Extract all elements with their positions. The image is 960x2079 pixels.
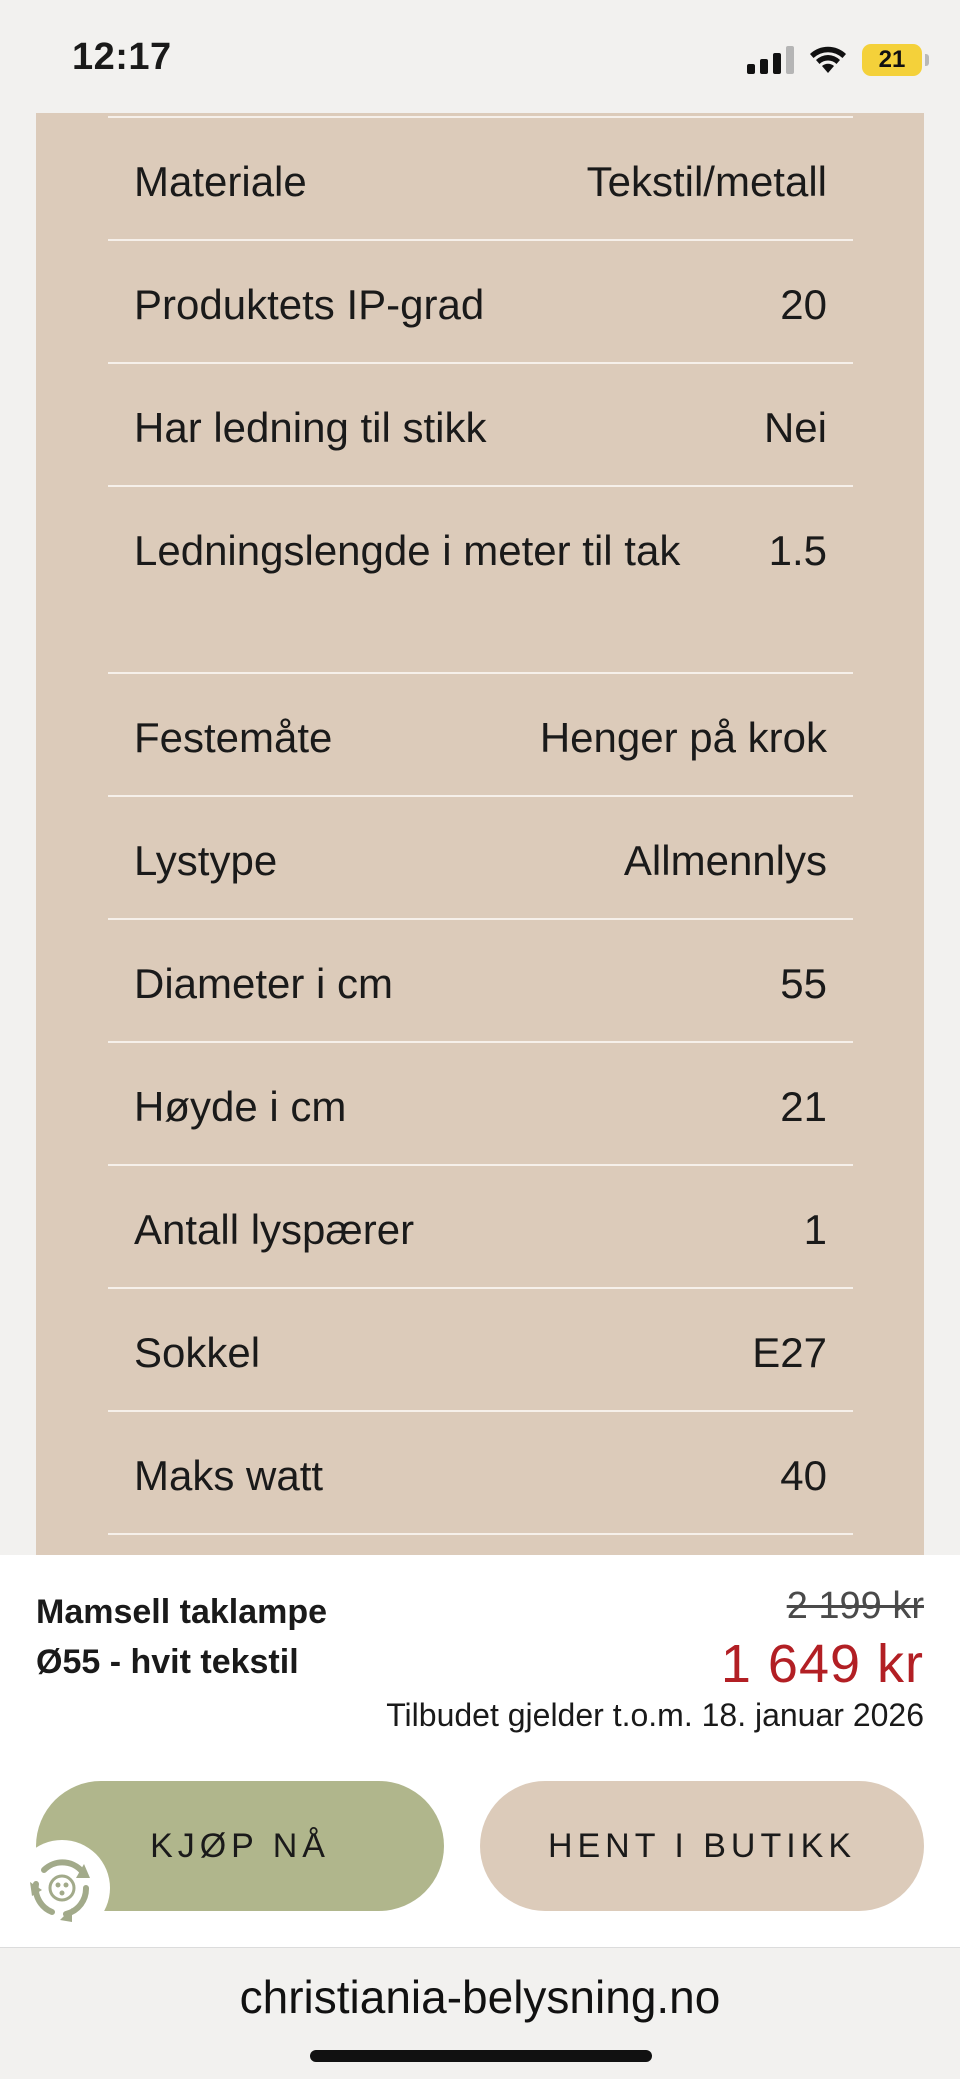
spec-label: Festemåte	[134, 714, 333, 761]
status-icons: 21	[747, 42, 929, 78]
spec-row: Sokkel E27	[108, 1287, 853, 1410]
specifications-panel: Materiale Tekstil/metall Produktets IP-gra…	[36, 113, 924, 1555]
specifications-list: Materiale Tekstil/metall Produktets IP-gra…	[108, 116, 853, 1573]
old-price: 2 199 kr	[786, 1585, 924, 1627]
spec-row: Maks watt 40	[108, 1410, 853, 1533]
recycle-badge[interactable]	[14, 1840, 110, 1936]
status-bar: 12:17 21	[0, 0, 960, 113]
spec-value: 1.5	[768, 527, 827, 574]
pickup-in-store-button[interactable]: HENT I BUTIKK	[480, 1781, 924, 1911]
spec-value: Tekstil/metall	[586, 158, 827, 205]
product-name: Mamsell taklampe Ø55 - hvit tekstil	[36, 1593, 328, 1681]
spec-label: Ledningslengde i meter til tak	[134, 527, 681, 574]
spec-value: 55	[780, 960, 827, 1007]
browser-address-bar[interactable]: christiania-belysning.no	[0, 1947, 960, 2079]
url-text[interactable]: christiania-belysning.no	[0, 1970, 960, 2024]
spec-label: Materiale	[134, 158, 307, 205]
spec-row: Materiale Tekstil/metall	[108, 116, 853, 239]
spec-label: Antall lyspærer	[134, 1206, 415, 1253]
spec-row: Antall lyspærer 1	[108, 1164, 853, 1287]
spec-row: Diameter i cm 55	[108, 918, 853, 1041]
spec-row: Produktets IP-grad 20	[108, 239, 853, 362]
sale-price: 1 649 kr	[720, 1634, 924, 1694]
spec-row: Lystype Allmennlys	[108, 795, 853, 918]
offer-validity: Tilbudet gjelder t.o.m. 18. januar 2026	[386, 1697, 924, 1733]
spec-row: Har ledning til stikk Nei	[108, 362, 853, 485]
battery-level: 21	[878, 46, 906, 73]
spec-value: Nei	[763, 404, 827, 451]
spec-row: Ledningslengde i meter til tak 1.5	[108, 485, 853, 672]
home-indicator[interactable]	[310, 2050, 652, 2062]
recycle-icon	[30, 1859, 90, 1922]
spec-label: Diameter i cm	[134, 960, 394, 1007]
purchase-bar: Mamsell taklampe Ø55 - hvit tekstil 2 19…	[0, 1555, 960, 1947]
battery-icon: 21	[862, 44, 929, 76]
spec-label: Lystype	[134, 837, 278, 884]
spec-label: Produktets IP-grad	[134, 281, 485, 328]
spec-label: Høyde i cm	[134, 1083, 347, 1130]
spec-value: Allmennlys	[623, 837, 827, 884]
spec-value: 20	[780, 281, 827, 328]
status-time: 12:17	[72, 36, 172, 78]
wifi-icon	[810, 46, 846, 73]
cellular-signal-icon	[747, 46, 794, 74]
spec-value: 40	[780, 1452, 827, 1499]
spec-value: Henger på krok	[539, 714, 827, 761]
spec-label: Sokkel	[134, 1329, 261, 1376]
spec-row: Festemåte Henger på krok	[108, 672, 853, 795]
spec-label: Maks watt	[134, 1452, 324, 1499]
spec-value: E27	[752, 1329, 827, 1376]
spec-label: Har ledning til stikk	[134, 404, 487, 451]
spec-row: Høyde i cm 21	[108, 1041, 853, 1164]
spec-value: 21	[780, 1083, 827, 1130]
spec-value: 1	[803, 1206, 827, 1253]
